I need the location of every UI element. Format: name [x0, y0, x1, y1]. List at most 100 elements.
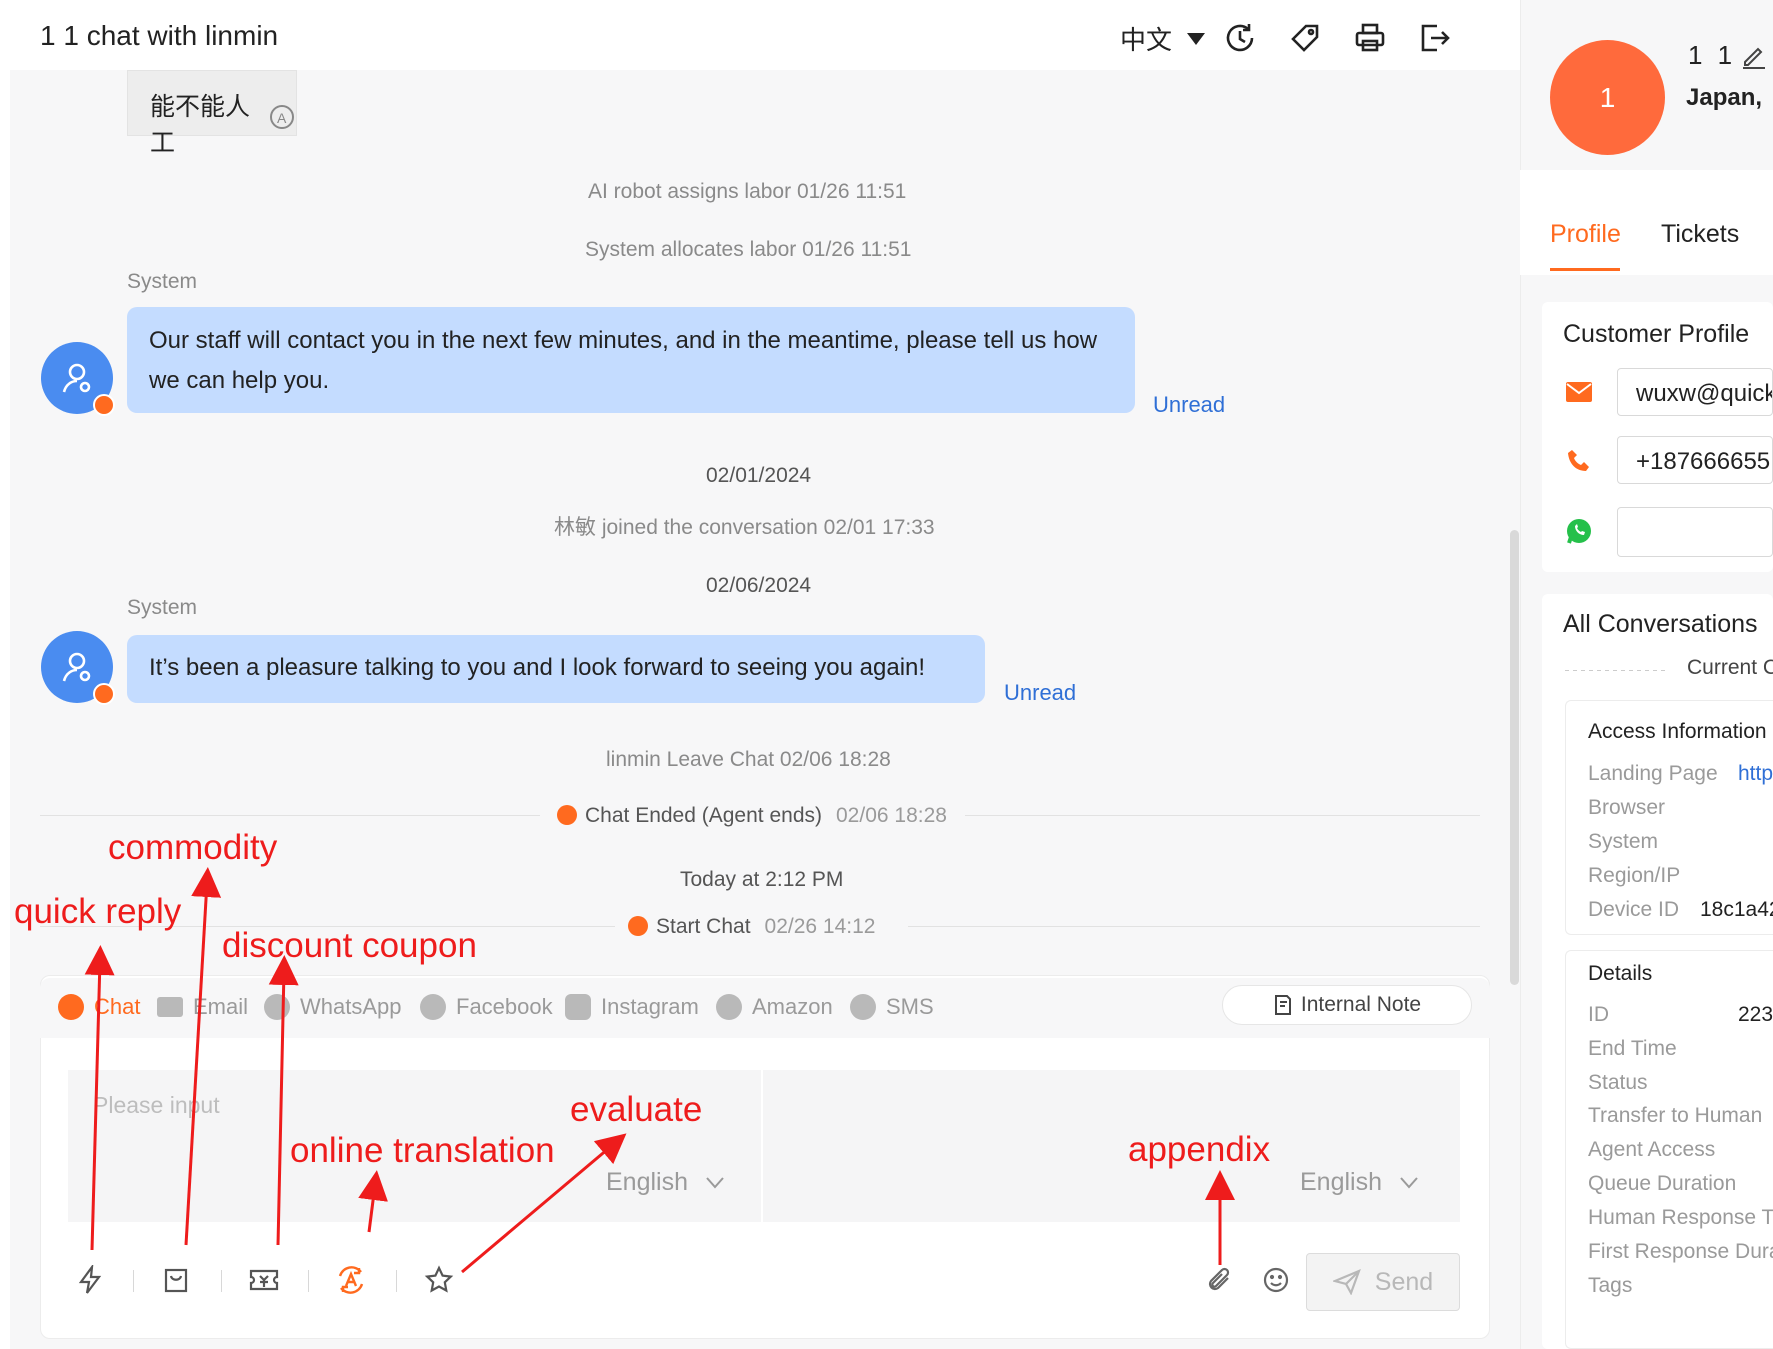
- channel-label: Email: [193, 994, 249, 1019]
- customer-message-bubble: 能不能人工 A: [127, 70, 297, 157]
- exit-icon[interactable]: [1415, 18, 1455, 58]
- annotation-label: quick reply: [14, 892, 182, 931]
- card-title: All Conversations: [1563, 610, 1758, 638]
- field-label: Landing Page: [1588, 762, 1718, 785]
- email-icon: [157, 997, 183, 1017]
- channel-tab-amazon[interactable]: Amazon: [716, 994, 833, 1020]
- toolbar-divider: [221, 1270, 222, 1292]
- app-root: 1 1 chat with linmin 中文 能不能人工 A AI robot…: [0, 0, 1773, 1349]
- sms-icon: [850, 994, 876, 1020]
- translate-icon[interactable]: A: [268, 103, 296, 131]
- target-language-select[interactable]: English: [1300, 1168, 1418, 1197]
- field-label: End Time: [1588, 1037, 1677, 1060]
- tab-tickets[interactable]: Tickets: [1661, 220, 1739, 249]
- print-icon[interactable]: [1350, 18, 1390, 58]
- annotation-label: appendix: [1128, 1130, 1271, 1169]
- channel-tab-sms[interactable]: SMS: [850, 994, 934, 1020]
- caret-down-icon: [1187, 32, 1206, 45]
- field-label: Human Response T: [1588, 1206, 1773, 1229]
- chevron-down-icon: [706, 1176, 724, 1189]
- active-tab-indicator: [1550, 268, 1620, 271]
- field-label: Region/IP: [1588, 864, 1681, 887]
- channel-tab-instagram[interactable]: Instagram: [565, 994, 699, 1020]
- message-sender: System: [127, 596, 198, 619]
- annotation-label: discount coupon: [222, 926, 477, 965]
- field-label: Transfer to Human: [1588, 1104, 1763, 1127]
- read-status: Unread: [1004, 680, 1077, 705]
- tag-icon[interactable]: [1285, 18, 1325, 58]
- date-divider: Today at 2:12 PM: [680, 868, 844, 891]
- whatsapp-field[interactable]: [1617, 507, 1773, 557]
- message-text: Our staff will contact you in the next f…: [149, 327, 1098, 394]
- instagram-icon: [565, 994, 591, 1020]
- send-button[interactable]: Send: [1306, 1253, 1460, 1311]
- select-value: English: [606, 1168, 688, 1196]
- email-field[interactable]: wuxw@quick: [1617, 368, 1773, 416]
- divider: [965, 815, 1480, 816]
- channel-label: Chat: [94, 994, 141, 1019]
- chat-icon: [557, 805, 577, 825]
- message-sender: System: [127, 270, 198, 293]
- channel-tab-chat[interactable]: Chat: [58, 994, 140, 1020]
- system-event: System allocates labor 01/26 11:51: [585, 238, 912, 261]
- history-icon[interactable]: [1220, 18, 1260, 58]
- translation-icon[interactable]: [333, 1262, 369, 1298]
- channel-label: Instagram: [601, 994, 699, 1019]
- customer-location: Japan,: [1686, 84, 1763, 111]
- field-label: Browser: [1588, 796, 1666, 819]
- phone-field[interactable]: +187666655: [1617, 436, 1773, 484]
- select-value: English: [1300, 1168, 1382, 1196]
- amazon-icon: [716, 994, 742, 1020]
- system-event: 林敏 joined the conversation 02/01 17:33: [554, 516, 935, 539]
- chevron-down-icon: [1400, 1176, 1418, 1189]
- section-title: Details: [1588, 962, 1653, 985]
- device-id-value: 18c1a42: [1700, 898, 1773, 921]
- language-switch[interactable]: 中文: [1120, 20, 1206, 57]
- quick-reply-icon[interactable]: [72, 1262, 108, 1298]
- divider: [40, 815, 540, 816]
- channel-tab-facebook[interactable]: Facebook: [420, 994, 553, 1020]
- phone-icon: [1565, 447, 1593, 475]
- event-time: 02/26 14:12: [764, 915, 876, 938]
- coupon-icon[interactable]: [246, 1262, 282, 1298]
- commodity-icon[interactable]: [158, 1262, 194, 1298]
- system-event: AI robot assigns labor 01/26 11:51: [588, 180, 907, 203]
- channel-tab-whatsapp[interactable]: WhatsApp: [264, 994, 402, 1020]
- channel-label: Facebook: [456, 994, 553, 1019]
- attachment-icon[interactable]: [1202, 1262, 1238, 1298]
- agent-avatar: [41, 631, 115, 705]
- date-divider: 02/06/2024: [706, 574, 812, 597]
- translation-output[interactable]: [763, 1070, 1460, 1222]
- section-title: Access Information: [1588, 720, 1767, 743]
- channel-label: WhatsApp: [300, 994, 402, 1019]
- user-icon: [62, 652, 91, 682]
- message-text: It’s been a pleasure talking to you and …: [149, 654, 926, 681]
- tab-profile[interactable]: Profile: [1550, 220, 1621, 249]
- annotation-label: evaluate: [570, 1090, 703, 1129]
- conversation-filter[interactable]: Current C: [1687, 656, 1773, 680]
- source-language-select[interactable]: English: [606, 1168, 724, 1197]
- annotation-label: online translation: [290, 1131, 555, 1170]
- toolbar-divider: [396, 1270, 397, 1292]
- input-placeholder: Please input: [93, 1092, 220, 1118]
- star-icon[interactable]: [421, 1262, 457, 1298]
- system-event: linmin Leave Chat 02/06 18:28: [606, 748, 891, 771]
- chat-ended-event: Chat Ended (Agent ends) 02/06 18:28: [557, 804, 947, 828]
- emoji-icon[interactable]: [1258, 1262, 1294, 1298]
- channel-tab-email[interactable]: Email: [157, 994, 248, 1020]
- note-icon: [1274, 995, 1291, 1015]
- dashed-divider: [1565, 670, 1669, 671]
- date-divider: 02/01/2024: [706, 464, 812, 487]
- customer-name: 1 1: [1688, 40, 1765, 71]
- agent-message-bubble: It’s been a pleasure talking to you and …: [127, 635, 985, 703]
- avatar-text: 1: [1599, 81, 1616, 113]
- scrollbar[interactable]: [1510, 530, 1519, 985]
- edit-icon[interactable]: [1740, 42, 1768, 70]
- chat-icon: [628, 916, 648, 936]
- chat-badge-icon: [93, 683, 115, 705]
- landing-page-link[interactable]: http: [1738, 762, 1773, 786]
- field-label: ID: [1588, 1003, 1609, 1026]
- internal-note-button[interactable]: Internal Note: [1222, 985, 1472, 1025]
- customer-name-text: 1 1: [1688, 40, 1737, 70]
- whatsapp-icon: [264, 994, 290, 1020]
